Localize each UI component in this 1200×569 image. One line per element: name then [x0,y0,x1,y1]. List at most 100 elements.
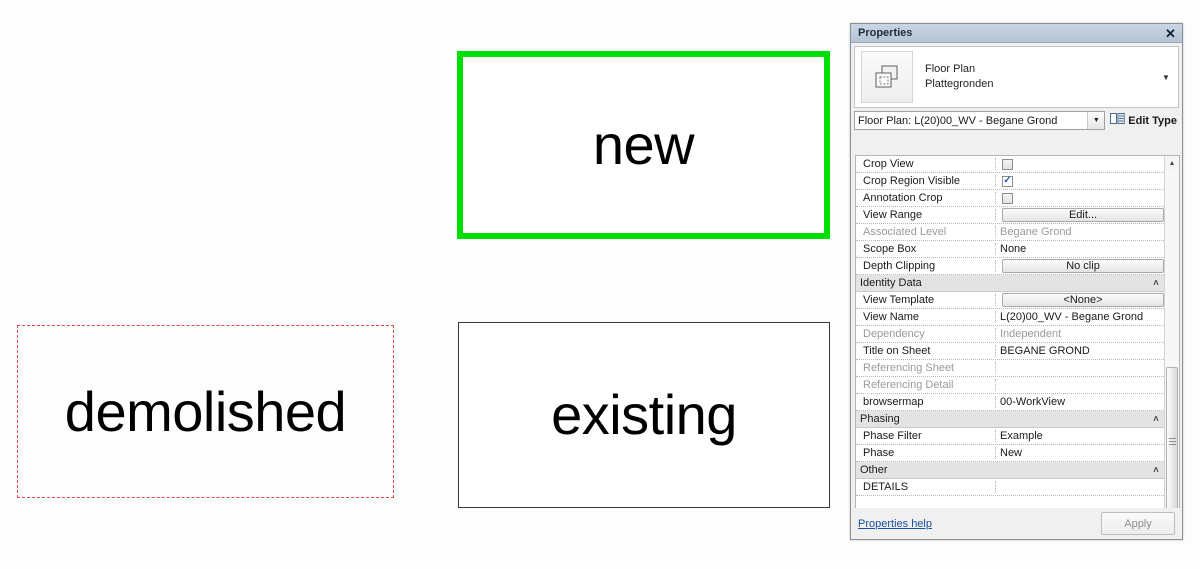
property-value[interactable] [996,377,1164,393]
property-grid-wrapper: Crop View Crop Region Visible ✓ Annotation … [855,155,1180,527]
property-row[interactable]: Title on Sheet BEGANE GROND [856,343,1164,360]
check-icon: ✓ [1003,175,1012,186]
chevron-down-icon[interactable]: ▼ [1087,112,1105,129]
property-row[interactable]: Annotation Crop [856,190,1164,207]
phase-box-demolished[interactable]: demolished [17,325,394,498]
property-row[interactable]: Referencing Sheet [856,360,1164,377]
scrollbar-grip-icon [1168,436,1176,447]
property-value[interactable]: <None> [996,292,1164,308]
property-row[interactable]: Referencing Detail [856,377,1164,394]
close-icon[interactable]: ✕ [1163,26,1178,41]
property-grid: Crop View Crop Region Visible ✓ Annotation … [856,156,1164,526]
type-preview-box[interactable]: Floor Plan Plattegronden ▼ [854,46,1179,108]
type-preview-text: Floor Plan Plattegronden [925,62,1158,92]
drawing-canvas: new demolished existing [0,0,850,569]
property-value[interactable]: None [996,241,1164,257]
property-name: Scope Box [856,243,996,255]
property-value[interactable] [996,190,1164,206]
property-row[interactable]: browsermap 00-WorkView [856,394,1164,411]
checkbox[interactable]: ✓ [1002,175,1013,187]
property-name: Dependency [856,328,996,340]
property-name: View Name [856,311,996,323]
property-value-button[interactable]: <None> [1002,293,1164,307]
property-name: DETAILS [856,481,996,493]
property-name: browsermap [856,396,996,408]
property-name: Depth Clipping [856,260,996,272]
property-name: Associated Level [856,226,996,238]
properties-title: Properties [858,27,913,39]
property-group-label: Phasing [860,413,900,425]
property-value[interactable]: Example [996,428,1164,444]
collapse-icon[interactable]: ˄ [1148,278,1164,288]
property-name: Phase Filter [856,430,996,442]
scrollbar-thumb[interactable] [1166,367,1178,515]
property-name: Title on Sheet [856,345,996,357]
property-value[interactable] [996,156,1164,172]
edit-type-button[interactable]: Edit Type [1110,112,1179,129]
property-value-button[interactable]: No clip [1002,259,1164,273]
property-row[interactable]: Phase New [856,445,1164,462]
property-row[interactable]: Crop Region Visible ✓ [856,173,1164,190]
property-row[interactable]: Phase Filter Example [856,428,1164,445]
property-group-label: Identity Data [860,277,922,289]
property-value[interactable] [996,479,1164,495]
phase-box-new[interactable]: new [457,51,830,239]
apply-button[interactable]: Apply [1101,512,1175,535]
property-row[interactable]: View Template <None> [856,292,1164,309]
property-row[interactable]: Crop View [856,156,1164,173]
property-value[interactable]: Begane Grond [996,224,1164,240]
type-selector-combo[interactable]: Floor Plan: L(20)00_WV - Begane Grond ▼ [854,111,1106,130]
property-group-header[interactable]: Phasing ˄ [856,411,1164,428]
property-name: View Template [856,294,996,306]
property-group-label: Other [860,464,888,476]
property-value[interactable]: L(20)00_WV - Begane Grond [996,309,1164,325]
property-name: Referencing Sheet [856,362,996,374]
property-row[interactable]: Associated Level Begane Grond [856,224,1164,241]
property-row[interactable]: View Range Edit... [856,207,1164,224]
phase-box-existing[interactable]: existing [458,322,830,508]
property-value[interactable]: No clip [996,258,1164,274]
property-row[interactable]: Scope Box None [856,241,1164,258]
edit-type-label: Edit Type [1128,114,1177,127]
property-name: Crop View [856,158,996,170]
phase-box-demolished-label: demolished [64,379,347,443]
type-selector-value: Floor Plan: L(20)00_WV - Begane Grond [858,114,1058,127]
checkbox[interactable] [1002,158,1013,170]
type-selector-row: Floor Plan: L(20)00_WV - Begane Grond ▼ … [854,111,1179,130]
property-name: Phase [856,447,996,459]
property-value[interactable]: Edit... [996,207,1164,223]
property-value-button[interactable]: Edit... [1002,208,1164,222]
scrollbar-track[interactable] [1165,171,1179,515]
floor-plan-icon [861,51,913,103]
property-value[interactable]: Independent [996,326,1164,342]
property-value[interactable]: BEGANE GROND [996,343,1164,359]
property-row[interactable]: View Name L(20)00_WV - Begane Grond [856,309,1164,326]
checkbox[interactable] [1002,192,1013,204]
phase-box-new-label: new [592,113,695,176]
properties-palette: Properties ✕ Floor Plan Plattegronden ▼ … [850,23,1183,540]
phase-box-existing-label: existing [551,383,737,446]
properties-footer: Properties help Apply [851,508,1182,539]
property-value[interactable]: New [996,445,1164,461]
property-row[interactable]: Dependency Independent [856,326,1164,343]
type-category: Floor Plan [925,63,976,75]
chevron-down-icon[interactable]: ▼ [1158,73,1174,82]
property-value[interactable]: ✓ [996,173,1164,189]
property-group-header[interactable]: Other ˄ [856,462,1164,479]
property-value[interactable] [996,360,1164,376]
property-name: Annotation Crop [856,192,996,204]
property-name: Crop Region Visible [856,175,996,187]
scroll-up-icon[interactable]: ▲ [1165,156,1179,171]
collapse-icon[interactable]: ˄ [1148,414,1164,424]
property-value[interactable]: 00-WorkView [996,394,1164,410]
property-row[interactable]: Depth Clipping No clip [856,258,1164,275]
properties-titlebar[interactable]: Properties ✕ [851,24,1182,43]
property-group-header[interactable]: Identity Data ˄ [856,275,1164,292]
property-name: View Range [856,209,996,221]
properties-help-link[interactable]: Properties help [858,518,1101,530]
property-row[interactable]: DETAILS [856,479,1164,496]
property-grid-scrollbar[interactable]: ▲ ▼ [1164,156,1179,526]
edit-type-icon [1110,112,1125,129]
type-name: Plattegronden [925,78,994,90]
collapse-icon[interactable]: ˄ [1148,465,1164,475]
